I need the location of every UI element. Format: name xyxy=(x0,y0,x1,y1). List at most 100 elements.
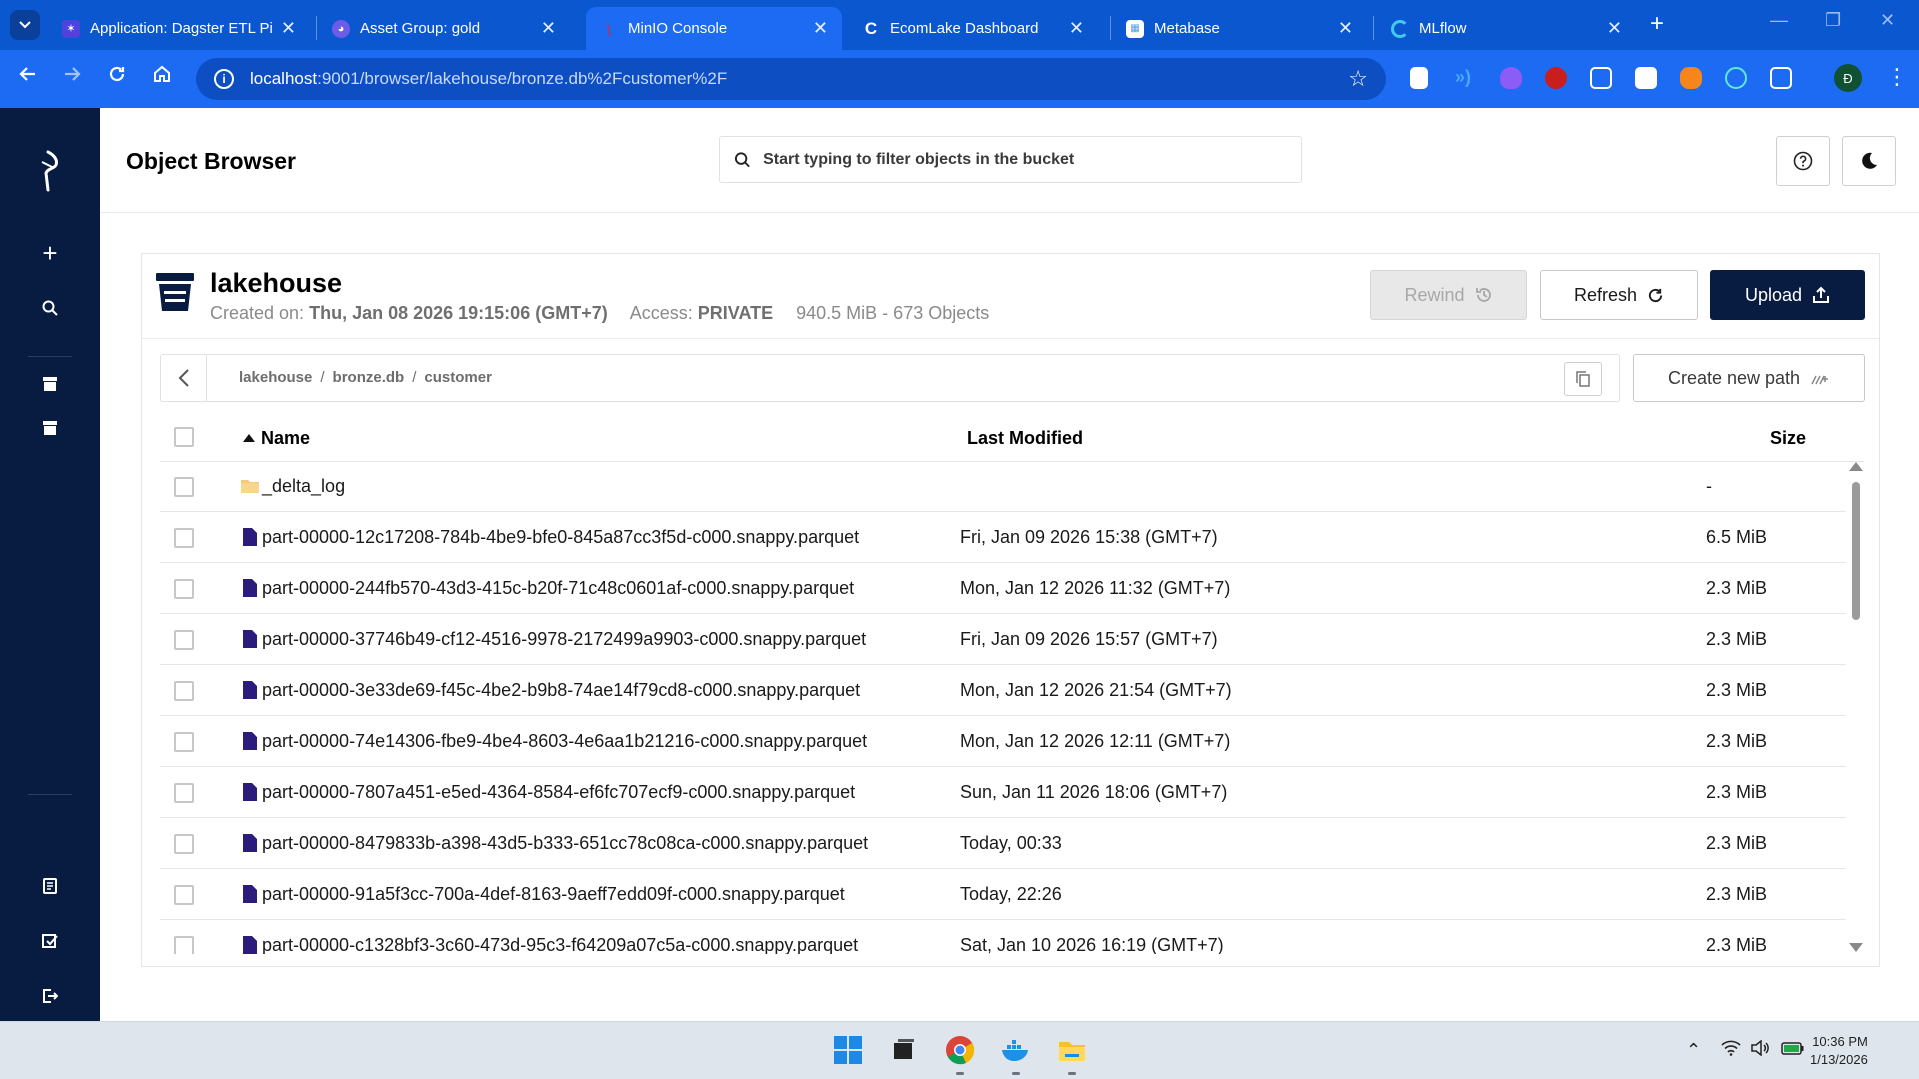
breadcrumb-item[interactable]: bronze.db xyxy=(333,369,405,386)
dark-mode-toggle[interactable] xyxy=(1842,136,1896,186)
system-clock[interactable]: 10:36 PM 1/13/2026 xyxy=(1810,1033,1868,1069)
document-extension-icon[interactable] xyxy=(1410,67,1428,89)
object-name[interactable]: part-00000-37746b49-cf12-4516-9978-21724… xyxy=(262,629,866,650)
close-window-button[interactable]: ✕ xyxy=(1880,10,1895,31)
address-bar[interactable]: i localhost:9001/browser/lakehouse/bronz… xyxy=(196,58,1386,100)
logout-icon[interactable] xyxy=(38,984,62,1008)
object-name[interactable]: part-00000-91a5f3cc-700a-4def-8163-9aeff… xyxy=(262,884,845,905)
tab-dagster-app[interactable]: ✶ Application: Dagster ETL Pi ✕ xyxy=(48,7,310,50)
filter-objects-box[interactable] xyxy=(719,136,1302,183)
minimize-window-button[interactable]: — xyxy=(1770,10,1788,31)
object-name[interactable]: part-00000-74e14306-fbe9-4be4-8603-4e6aa… xyxy=(262,731,867,752)
home-button[interactable] xyxy=(147,64,177,90)
tab-minio-console[interactable]: ʅ MinIO Console ✕ xyxy=(586,7,842,50)
tab-ecomlake-dashboard[interactable]: C EcomLake Dashboard ✕ xyxy=(848,7,1098,50)
sound-extension-icon[interactable]: ») xyxy=(1455,67,1477,89)
column-last-modified[interactable]: Last Modified xyxy=(967,428,1083,449)
object-name[interactable]: part-00000-c1328bf3-3c60-473d-95c3-f6420… xyxy=(262,935,858,954)
add-icon[interactable]: + xyxy=(38,238,62,268)
create-new-path-button[interactable]: Create new path xyxy=(1633,354,1865,402)
restore-window-button[interactable]: ❐ xyxy=(1825,10,1841,31)
minio-logo-icon[interactable] xyxy=(32,146,68,194)
row-checkbox[interactable] xyxy=(174,630,194,650)
back-button[interactable] xyxy=(13,64,43,90)
object-name[interactable]: _delta_log xyxy=(262,476,345,497)
close-tab-icon[interactable]: ✕ xyxy=(541,18,556,39)
select-all-checkbox[interactable] xyxy=(174,427,194,447)
extensions-puzzle-icon[interactable] xyxy=(1770,67,1792,89)
row-checkbox[interactable] xyxy=(174,885,194,905)
wifi-icon[interactable] xyxy=(1721,1040,1741,1061)
object-name[interactable]: part-00000-244fb570-43d3-415c-b20f-71c48… xyxy=(262,578,854,599)
flame-extension-icon[interactable] xyxy=(1500,67,1522,89)
object-row[interactable]: part-00000-3e33de69-f45c-4be2-b9b8-74ae1… xyxy=(160,666,1846,716)
object-row[interactable]: part-00000-12c17208-784b-4be9-bfe0-845a8… xyxy=(160,513,1846,563)
sort-ascending-icon[interactable] xyxy=(243,434,255,442)
adblock-extension-icon[interactable] xyxy=(1545,67,1567,89)
row-checkbox[interactable] xyxy=(174,834,194,854)
breadcrumb-item[interactable]: lakehouse xyxy=(239,369,312,386)
metamask-extension-icon[interactable] xyxy=(1680,67,1702,89)
object-row[interactable]: part-00000-74e14306-fbe9-4be4-8603-4e6aa… xyxy=(160,717,1846,767)
object-name[interactable]: part-00000-7807a451-e5ed-4364-8584-ef6fc… xyxy=(262,782,855,803)
row-checkbox[interactable] xyxy=(174,579,194,599)
row-checkbox[interactable] xyxy=(174,936,194,954)
capture-extension-icon[interactable] xyxy=(1635,67,1657,89)
license-icon[interactable] xyxy=(38,928,62,952)
close-tab-icon[interactable]: ✕ xyxy=(1338,18,1353,39)
refresh-button[interactable]: Refresh xyxy=(1540,270,1698,320)
search-icon[interactable] xyxy=(38,296,62,320)
site-info-icon[interactable]: i xyxy=(214,69,234,89)
row-checkbox[interactable] xyxy=(174,477,194,497)
rewind-button[interactable]: Rewind xyxy=(1370,270,1527,320)
object-list-scrollbar[interactable] xyxy=(1848,462,1864,954)
object-name[interactable]: part-00000-3e33de69-f45c-4be2-b9b8-74ae1… xyxy=(262,680,860,701)
chrome-taskbar-icon[interactable] xyxy=(944,1034,976,1066)
object-row[interactable]: part-00000-244fb570-43d3-415c-b20f-71c48… xyxy=(160,564,1846,614)
tab-asset-group[interactable]: ◕ Asset Group: gold ✕ xyxy=(318,7,570,50)
close-tab-icon[interactable]: ✕ xyxy=(813,18,828,39)
translate-extension-icon[interactable] xyxy=(1725,67,1747,89)
tab-search-button[interactable] xyxy=(10,10,40,40)
close-tab-icon[interactable]: ✕ xyxy=(1069,18,1084,39)
windows-start-icon[interactable] xyxy=(832,1034,864,1066)
new-tab-button[interactable]: + xyxy=(1650,10,1664,38)
back-folder-button[interactable] xyxy=(161,355,207,401)
breadcrumb-item[interactable]: customer xyxy=(424,369,492,386)
folder-row[interactable]: _delta_log - xyxy=(160,462,1846,512)
volume-icon[interactable] xyxy=(1750,1039,1770,1061)
reload-button[interactable] xyxy=(102,64,132,90)
object-row[interactable]: part-00000-37746b49-cf12-4516-9978-21724… xyxy=(160,615,1846,665)
filter-objects-input[interactable] xyxy=(763,150,1301,169)
help-button[interactable] xyxy=(1776,136,1830,186)
bookmark-star-icon[interactable]: ☆ xyxy=(1348,66,1368,92)
bucket-icon[interactable] xyxy=(38,372,62,396)
object-name[interactable]: part-00000-8479833b-a398-43d5-b333-651cc… xyxy=(262,833,868,854)
row-checkbox[interactable] xyxy=(174,681,194,701)
tab-metabase[interactable]: ▦ Metabase ✕ xyxy=(1112,7,1367,50)
tab-mlflow[interactable]: MLflow ✕ xyxy=(1377,7,1636,50)
battery-icon[interactable] xyxy=(1781,1040,1805,1061)
scroll-thumb[interactable] xyxy=(1852,482,1860,620)
show-hidden-icons[interactable]: ⌃ xyxy=(1686,1040,1701,1061)
forward-button[interactable] xyxy=(57,64,87,90)
upload-button[interactable]: Upload xyxy=(1710,270,1865,320)
object-name[interactable]: part-00000-12c17208-784b-4be9-bfe0-845a8… xyxy=(262,527,859,548)
docs-icon[interactable] xyxy=(38,874,62,898)
profile-avatar[interactable]: Đ xyxy=(1834,64,1862,92)
object-row[interactable]: part-00000-c1328bf3-3c60-473d-95c3-f6420… xyxy=(160,921,1846,954)
docker-taskbar-icon[interactable] xyxy=(1000,1034,1032,1066)
task-view-icon[interactable] xyxy=(888,1034,920,1066)
column-size[interactable]: Size xyxy=(1770,428,1806,449)
scroll-up-icon[interactable] xyxy=(1849,462,1863,471)
screen-extension-icon[interactable] xyxy=(1590,67,1612,89)
object-row[interactable]: part-00000-91a5f3cc-700a-4def-8163-9aeff… xyxy=(160,870,1846,920)
file-explorer-icon[interactable] xyxy=(1056,1034,1088,1066)
object-row[interactable]: part-00000-8479833b-a398-43d5-b333-651cc… xyxy=(160,819,1846,869)
copy-path-button[interactable] xyxy=(1564,362,1602,396)
bucket-icon[interactable] xyxy=(38,416,62,440)
object-row[interactable]: part-00000-7807a451-e5ed-4364-8584-ef6fc… xyxy=(160,768,1846,818)
close-tab-icon[interactable]: ✕ xyxy=(1607,18,1622,39)
column-name[interactable]: Name xyxy=(261,428,310,449)
row-checkbox[interactable] xyxy=(174,783,194,803)
